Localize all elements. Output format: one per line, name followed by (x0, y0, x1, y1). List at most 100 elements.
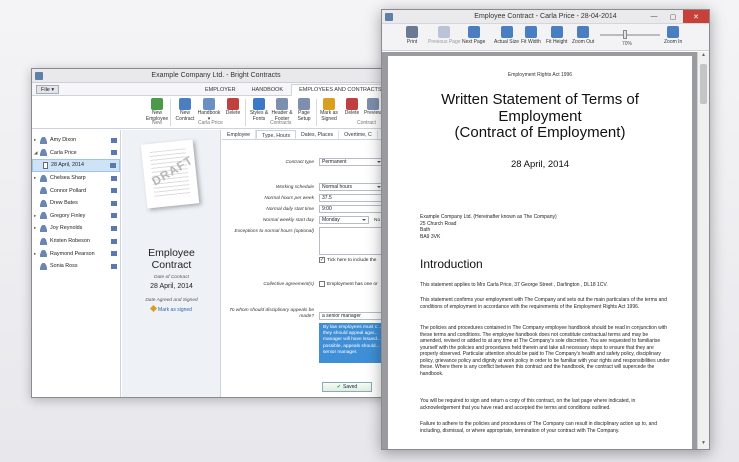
main-body: ▸ Amy Dixon ◢ Carla Price 28 April, 2014 ▸… (32, 130, 400, 397)
zoom-in-button[interactable]: Zoom In (664, 26, 682, 45)
tree-item-employee[interactable]: Sonia Ross (32, 260, 120, 273)
fit-height-icon (550, 26, 563, 38)
person-icon (40, 262, 47, 270)
form-tabs: Employee Type, Hours Dates, Places Overt… (222, 130, 400, 140)
scrollbar-thumb[interactable] (700, 64, 707, 104)
exceptions-textarea[interactable] (319, 227, 389, 255)
vertical-scrollbar[interactable]: ▲ ▼ (697, 52, 709, 449)
tree-item-employee[interactable]: ◢ Carla Price (32, 147, 120, 160)
date-of-contract-label: Date of Contract (154, 275, 189, 280)
mark-as-signed-link[interactable]: Mark as signed (122, 304, 221, 313)
appeals-help-tooltip: By law employees must c... they should a… (319, 323, 389, 363)
next-page-button[interactable]: Next Page (462, 26, 485, 45)
delete-icon (227, 98, 239, 110)
back-window-titlebar[interactable]: Example Company Ltd. - Bright Contracts (32, 69, 400, 83)
styles-fonts-button[interactable]: Styles & Fonts (248, 98, 270, 122)
scroll-up-icon[interactable]: ▲ (698, 52, 709, 61)
print-button[interactable]: Print (406, 26, 418, 45)
collective-checkbox-row[interactable]: Employment has one or (319, 281, 378, 287)
tree-item-employee[interactable]: Drew Bates (32, 197, 120, 210)
hours-per-week-input[interactable]: 37.5 (319, 194, 384, 202)
zoom-slider-thumb[interactable] (623, 30, 627, 39)
include-checkbox[interactable]: ✓ (319, 257, 325, 263)
tab-employee[interactable]: Employee (222, 130, 257, 139)
ribbon: New Employee New Contract Handbook ▾ Del… (32, 96, 400, 129)
styles-fonts-icon (253, 98, 265, 110)
front-window-titlebar[interactable]: Employee Contract - Carla Price - 28-04-… (382, 10, 709, 24)
include-checkbox-row[interactable]: ✓ Tick here to include the (319, 257, 376, 263)
handbook-dropdown-button[interactable]: Handbook ▾ (198, 98, 220, 122)
file-menu-button[interactable]: File ▾ (36, 85, 60, 94)
tree-item-employee[interactable]: ▸ Chelsea Sharp (32, 172, 120, 185)
fit-height-button[interactable]: Fit Height (546, 26, 567, 45)
tab-type-hours[interactable]: Type, Hours (256, 130, 297, 139)
actual-size-button[interactable]: Actual Size (494, 26, 519, 45)
app-icon (385, 13, 393, 21)
maximize-button[interactable]: ▢ (664, 10, 682, 23)
collective-checkbox[interactable] (319, 281, 325, 287)
mark-as-signed-button[interactable]: Mark as Signed (318, 98, 340, 122)
tree-item-contract-selected[interactable]: 28 April, 2014 (32, 159, 120, 172)
daily-start-time-input[interactable]: 9:00 (319, 205, 384, 213)
header-footer-icon (276, 98, 288, 110)
flag-icon (110, 162, 116, 168)
ribbon-group-new: New (152, 120, 163, 126)
document-title: Written Statement of Terms of Employment… (441, 91, 639, 141)
tree-item-employee[interactable]: ▸ Gregory Finley (32, 210, 120, 223)
header-footer-button[interactable]: Header & Footer (271, 98, 293, 122)
scroll-down-icon[interactable]: ▼ (698, 440, 709, 449)
delete-employee-button[interactable]: Delete (222, 98, 244, 117)
disciplinary-appeals-label: To whom should disciplinary appeals be m… (229, 308, 314, 319)
exceptions-label: Exceptions to normal hours (optional) (234, 229, 314, 234)
person-icon (40, 199, 47, 207)
collective-agreement-label: Collective agreement(s) (263, 282, 314, 287)
document-viewer[interactable]: Employment Rights Act 1996 Written State… (382, 52, 709, 449)
ribbon-tabs-row: File ▾ EMPLOYER HANDBOOK EMPLOYEES AND C… (32, 83, 400, 96)
previous-page-button[interactable]: Previous Page (428, 26, 461, 45)
fit-width-button[interactable]: Fit Width (521, 26, 541, 45)
zoom-slider-track[interactable] (600, 34, 660, 36)
minimize-button[interactable]: — (645, 10, 663, 23)
person-icon (40, 250, 47, 258)
person-icon (40, 136, 47, 144)
document-act-heading: Employment Rights Act 1996 (507, 72, 573, 78)
ribbon-separator (170, 99, 171, 126)
weekly-start-day-select[interactable]: Monday (319, 216, 369, 224)
flag-icon (111, 263, 117, 269)
tab-handbook[interactable]: HANDBOOK (244, 84, 291, 96)
working-schedule-select[interactable]: Normal hours (319, 183, 384, 191)
tab-overtime[interactable]: Overtime, C (339, 130, 378, 139)
tab-dates-places[interactable]: Dates, Places (296, 130, 340, 139)
company-address: Example Company Ltd. (Hereinafter known … (420, 214, 557, 240)
close-button[interactable]: ✕ (683, 10, 709, 23)
draft-watermark: DRAFT (149, 152, 196, 189)
tab-employees-and-contracts[interactable]: EMPLOYEES AND CONTRACTS (291, 84, 390, 96)
tree-item-employee[interactable]: ▸ Joy Reynolds (32, 222, 120, 235)
tree-item-employee[interactable]: ▸ Raymond Pearson (32, 247, 120, 260)
document-paragraph: You will be required to sign and return … (420, 398, 636, 411)
new-contract-icon (179, 98, 191, 110)
new-employee-icon (151, 98, 163, 110)
flag-icon (111, 188, 117, 194)
contract-type-select[interactable]: Permanent (319, 158, 384, 166)
new-contract-button[interactable]: New Contract (174, 98, 196, 122)
tree-item-employee[interactable]: Kristen Robeson (32, 235, 120, 248)
zoom-out-button[interactable]: Zoom Out (572, 26, 594, 45)
ribbon-group-contracts: Contracts (270, 120, 292, 126)
delete-contract-button[interactable]: Delete (341, 98, 363, 117)
disciplinary-appeals-input[interactable]: a senior manager (319, 312, 389, 320)
person-icon (40, 237, 47, 245)
contract-preview-window: Employee Contract - Carla Price - 28-04-… (381, 9, 710, 450)
ribbon-separator (316, 99, 317, 126)
printer-icon (406, 26, 418, 38)
actual-size-icon (500, 26, 513, 38)
tab-employer[interactable]: EMPLOYER (197, 84, 244, 96)
zoom-value: 70% (622, 41, 633, 47)
tree-item-employee[interactable]: Connor Pollard (32, 184, 120, 197)
new-employee-button[interactable]: New Employee (146, 98, 168, 122)
page-setup-button[interactable]: Page Setup (293, 98, 315, 122)
introduction-heading: Introduction (420, 257, 483, 271)
saved-button[interactable]: Saved (322, 382, 372, 392)
document-paragraph: Failure to adhere to the policies and pr… (420, 421, 657, 434)
tree-item-employee[interactable]: ▸ Amy Dixon (32, 134, 120, 147)
